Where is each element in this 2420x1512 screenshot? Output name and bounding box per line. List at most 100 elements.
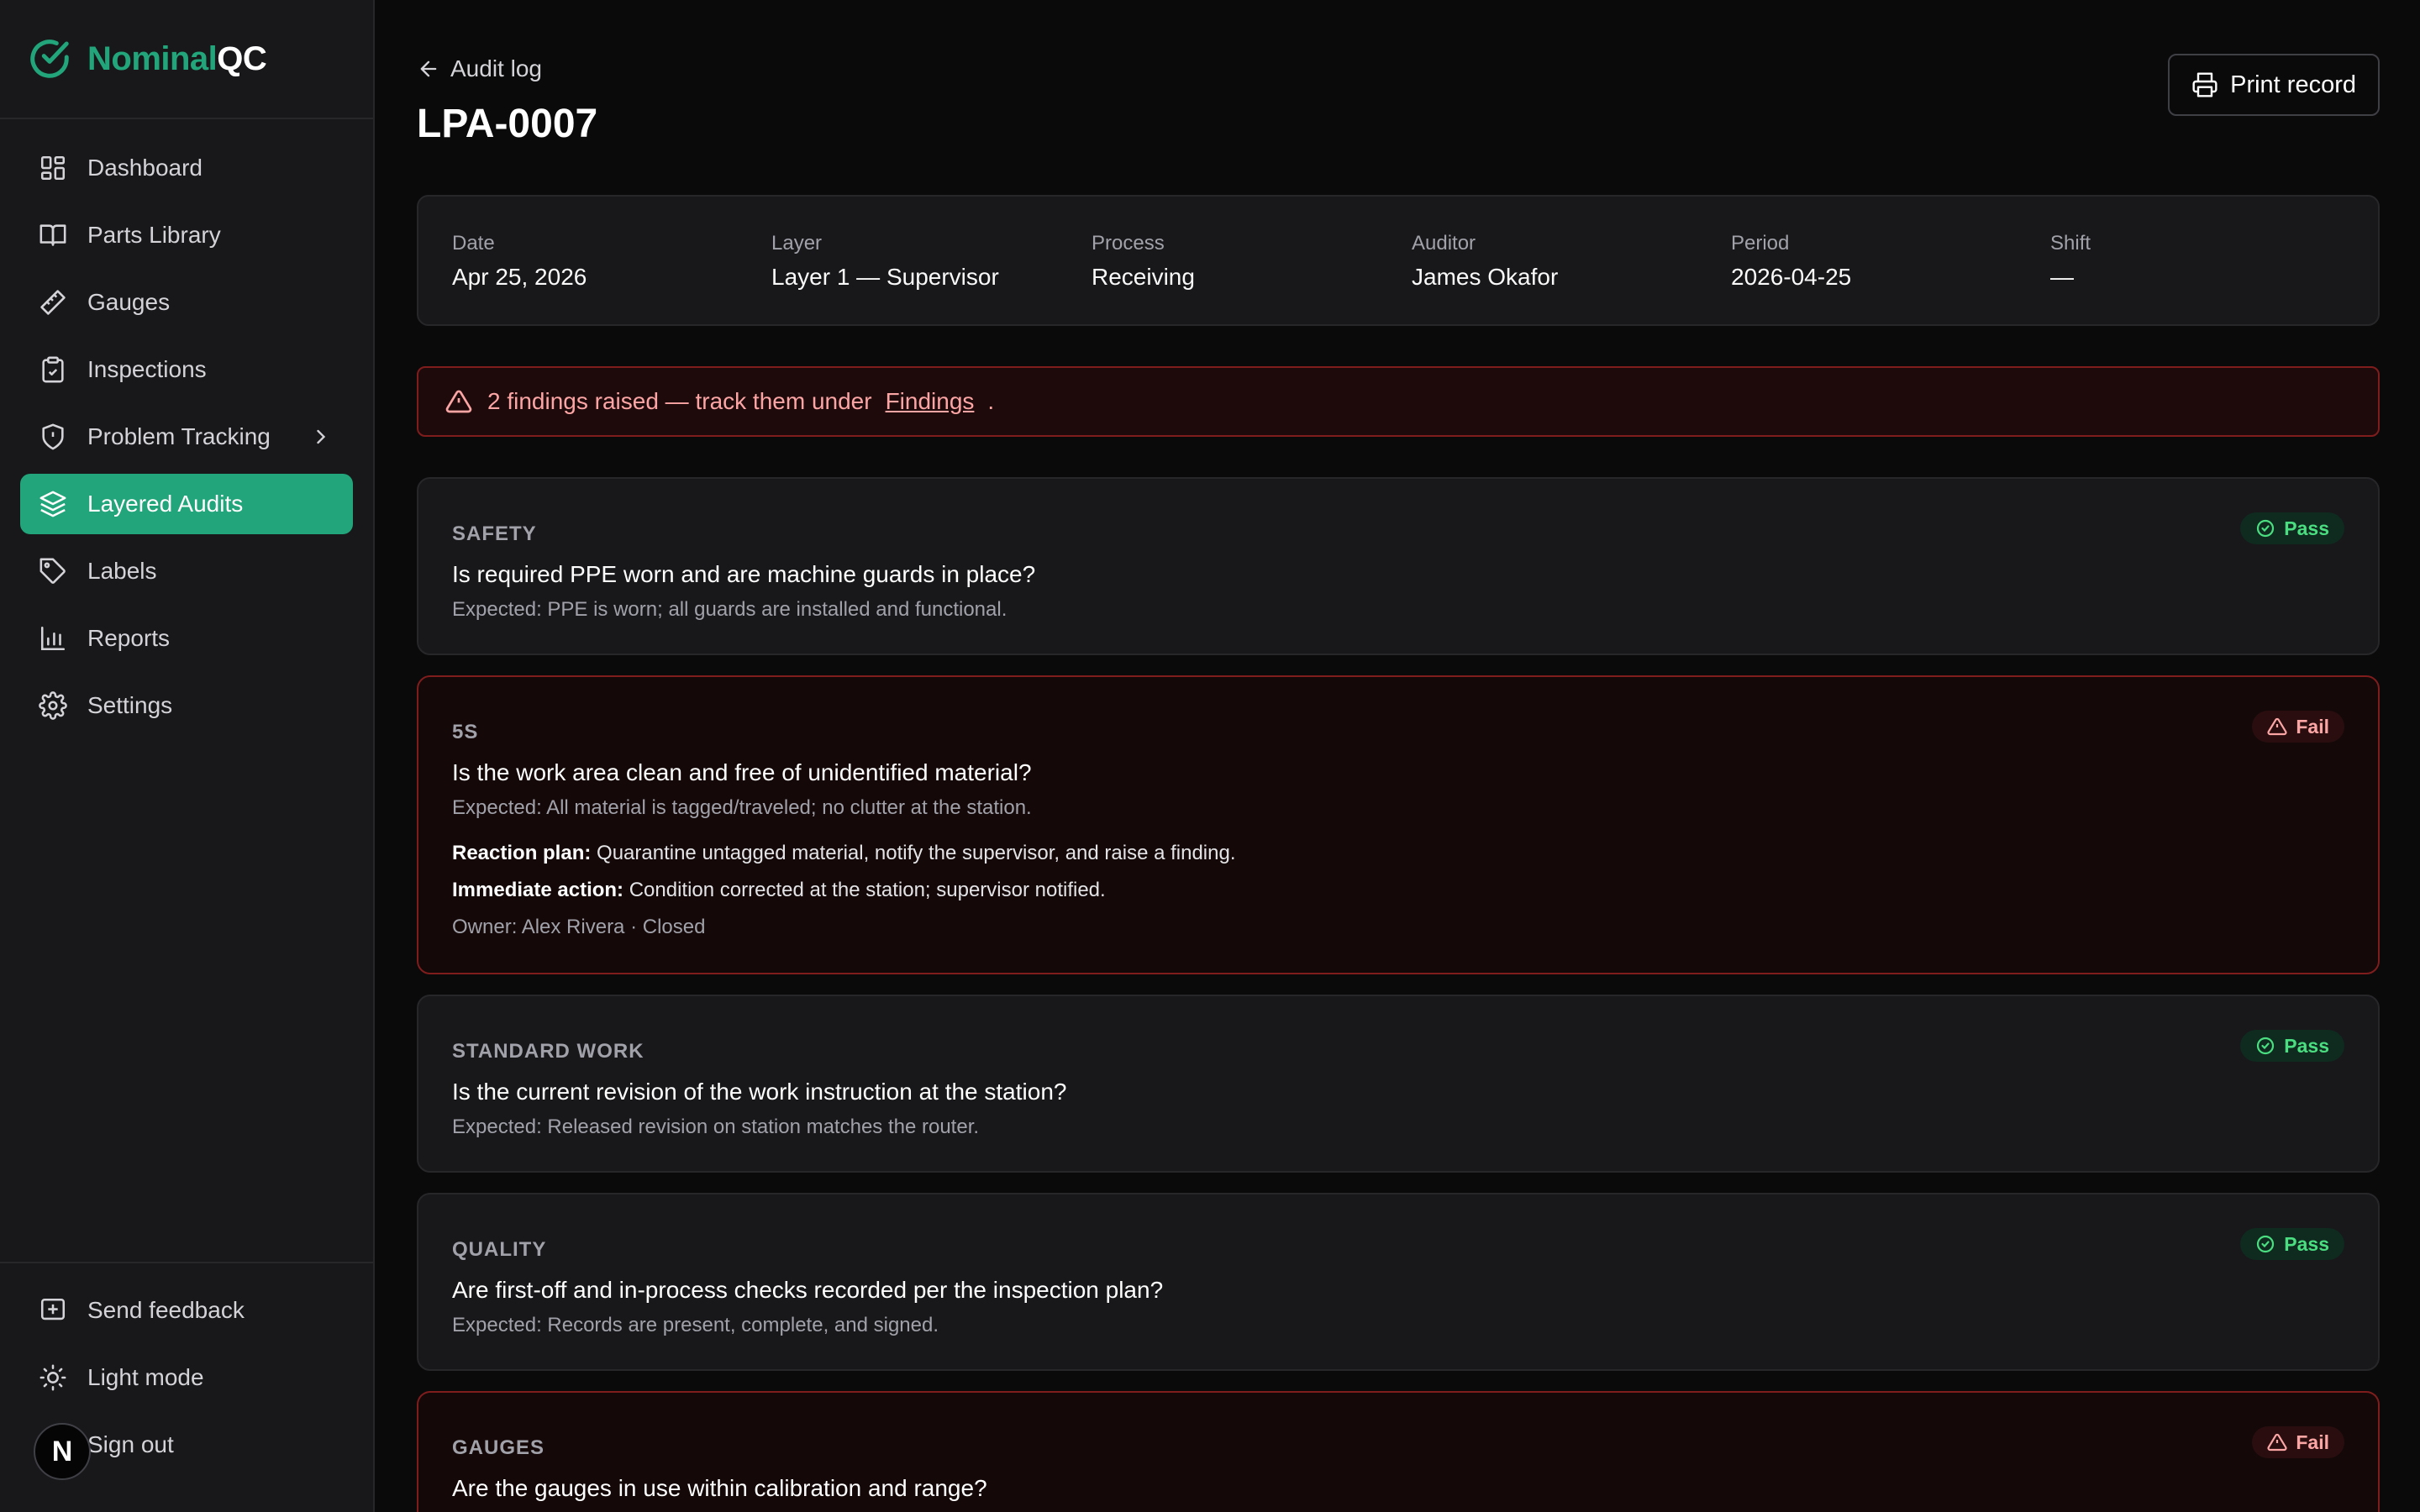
print-record-label: Print record — [2230, 71, 2356, 98]
meta-period: Period 2026-04-25 — [1731, 232, 1851, 291]
avatar[interactable]: N — [34, 1423, 91, 1480]
check-circle-icon — [30, 39, 69, 78]
question-category: GAUGES — [452, 1436, 545, 1459]
sidebar-item-inspections[interactable]: Inspections — [20, 339, 353, 400]
sidebar-item-label: Parts Library — [87, 222, 221, 248]
sidebar-item-label: Problem Tracking — [87, 423, 271, 449]
light-mode-toggle[interactable]: Light mode — [20, 1347, 353, 1408]
clipboard-check-icon — [42, 356, 64, 383]
meta-value: Layer 1 — Supervisor — [771, 264, 999, 290]
brand-name: NominalQC — [87, 39, 267, 78]
question-expected: Expected: All material is tagged/travele… — [452, 796, 1032, 819]
question-category: 5S — [452, 721, 479, 743]
question-category: QUALITY — [452, 1238, 547, 1261]
gear-icon — [39, 691, 67, 720]
sidebar-item-label: Labels — [87, 558, 157, 584]
question-text: Is the work area clean and free of unide… — [452, 759, 1032, 785]
warning-triangle-icon — [445, 390, 472, 413]
question-text: Is the current revision of the work inst… — [452, 1079, 1067, 1105]
fail-badge: Fail — [2252, 711, 2344, 743]
page-title: LPA-0007 — [417, 102, 598, 146]
sidebar: NominalQC Dashboard Parts Library Gauges… — [0, 0, 375, 1512]
audit-question-card: SAFETY Is required PPE worn and are mach… — [417, 477, 2380, 655]
alert-suffix: . — [987, 388, 995, 414]
meta-label: Auditor — [1412, 232, 1476, 255]
meta-label: Date — [452, 232, 495, 255]
send-feedback-label: Send feedback — [87, 1297, 245, 1323]
warning-triangle-icon — [2267, 1433, 2287, 1452]
reaction-plan: Reaction plan: Quarantine untagged mater… — [452, 842, 1236, 865]
question-expected: Expected: Released revision on station m… — [452, 1116, 980, 1138]
immediate-action: Immediate action: Condition corrected at… — [452, 879, 1106, 902]
immediate-action-label: Immediate action: — [452, 879, 624, 901]
audit-meta-card: Date Apr 25, 2026 Layer Layer 1 — Superv… — [417, 195, 2380, 326]
main-content: Audit log LPA-0007 Print record Date Apr… — [375, 0, 2420, 1512]
meta-label: Process — [1092, 232, 1165, 255]
meta-value: 2026-04-25 — [1731, 264, 1852, 290]
audit-question-card: STANDARD WORK Is the current revision of… — [417, 995, 2380, 1173]
question-category: SAFETY — [452, 522, 537, 545]
question-text: Is required PPE worn and are machine gua… — [452, 561, 1036, 587]
meta-label: Period — [1731, 232, 1790, 255]
chevron-right-icon[interactable] — [309, 425, 333, 449]
reaction-plan-text: Quarantine untagged material, notify the… — [597, 842, 1236, 864]
question-expected: Expected: Records are present, complete,… — [452, 1314, 939, 1336]
sidebar-nav: Dashboard Parts Library Gauges Inspectio… — [0, 119, 373, 736]
sidebar-item-layered-audits[interactable]: Layered Audits — [20, 474, 353, 534]
brand-name-part1: Nominal — [87, 39, 218, 77]
findings-link[interactable]: Findings — [886, 388, 975, 415]
meta-value: Receiving — [1092, 264, 1195, 290]
fail-badge: Fail — [2252, 1426, 2344, 1458]
ruler-icon — [40, 290, 66, 315]
sidebar-item-label: Settings — [87, 692, 173, 718]
shield-alert-icon — [42, 423, 64, 450]
reaction-plan-label: Reaction plan: — [452, 842, 592, 864]
layers-icon — [39, 491, 66, 517]
sidebar-item-dashboard[interactable]: Dashboard — [20, 138, 353, 198]
pass-badge: Pass — [2240, 1030, 2344, 1062]
sidebar-item-problem-tracking[interactable]: Problem Tracking — [20, 407, 353, 467]
brand-logo[interactable]: NominalQC — [0, 0, 373, 119]
back-link-label: Audit log — [450, 55, 542, 81]
sidebar-item-reports[interactable]: Reports — [20, 608, 353, 669]
message-plus-icon — [40, 1298, 66, 1320]
question-category: STANDARD WORK — [452, 1040, 644, 1063]
app-root: NominalQC Dashboard Parts Library Gauges… — [0, 0, 2420, 1512]
sidebar-item-label: Reports — [87, 625, 171, 651]
question-expected: Expected: PPE is worn; all guards are in… — [452, 598, 1007, 621]
badge-label: Fail — [2296, 1431, 2329, 1453]
printer-icon — [2192, 72, 2217, 97]
check-circle-icon — [2257, 519, 2275, 538]
tag-icon — [39, 558, 66, 584]
book-icon — [39, 224, 66, 246]
sidebar-footer: Send feedback Light mode Sign out N — [0, 1262, 373, 1512]
badge-label: Pass — [2284, 1034, 2329, 1057]
check-circle-icon — [2257, 1235, 2275, 1253]
meta-layer: Layer Layer 1 — Supervisor — [771, 232, 999, 291]
avatar-letter: N — [51, 1435, 73, 1467]
badge-label: Fail — [2296, 715, 2329, 738]
question-text: Are the gauges in use within calibration… — [452, 1475, 987, 1501]
sidebar-item-settings[interactable]: Settings — [20, 675, 353, 736]
meta-auditor: Auditor James Okafor — [1412, 232, 1558, 291]
sun-icon — [39, 1364, 66, 1391]
sidebar-item-gauges[interactable]: Gauges — [20, 272, 353, 333]
warning-triangle-icon — [2267, 717, 2287, 736]
meta-value: James Okafor — [1412, 264, 1559, 290]
sidebar-item-labels[interactable]: Labels — [20, 541, 353, 601]
meta-date: Date Apr 25, 2026 — [452, 232, 587, 291]
question-text: Are first-off and in-process checks reco… — [452, 1277, 1164, 1303]
back-link[interactable]: Audit log — [417, 55, 542, 82]
send-feedback-button[interactable]: Send feedback — [20, 1280, 353, 1341]
light-mode-label: Light mode — [87, 1364, 204, 1390]
sidebar-item-label: Layered Audits — [87, 491, 244, 517]
meta-label: Layer — [771, 232, 823, 255]
brand-name-part2: QC — [217, 39, 267, 77]
bar-chart-icon — [40, 626, 66, 651]
meta-value: — — [2050, 264, 2074, 290]
sidebar-item-parts-library[interactable]: Parts Library — [20, 205, 353, 265]
alert-text: 2 findings raised — track them under — [487, 388, 872, 414]
badge-label: Pass — [2284, 517, 2329, 539]
print-record-button[interactable]: Print record — [2168, 54, 2380, 116]
meta-shift: Shift — — [2050, 232, 2091, 291]
